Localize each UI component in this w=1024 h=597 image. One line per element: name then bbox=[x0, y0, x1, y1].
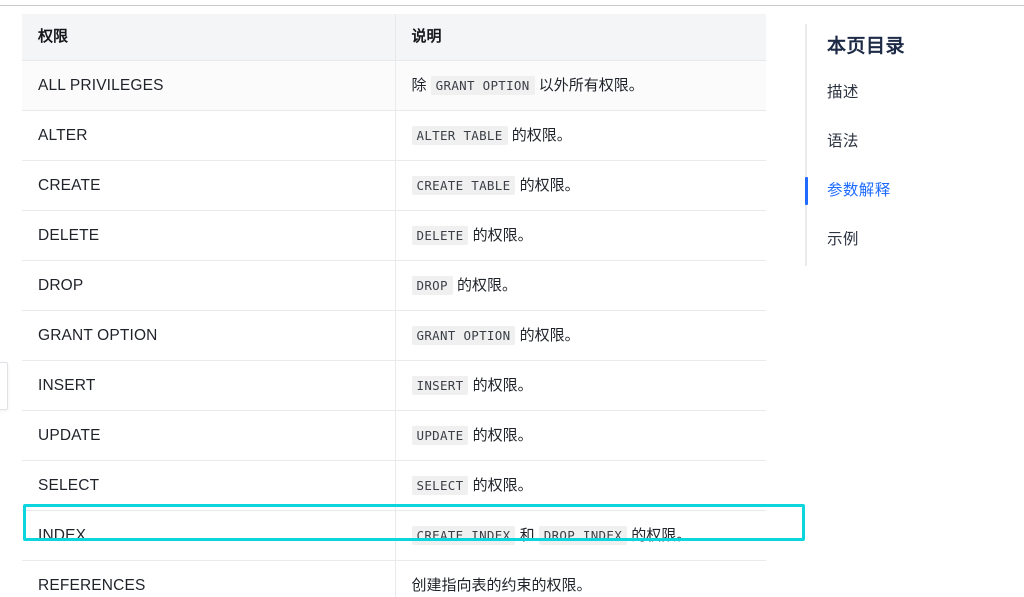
toc-item-4[interactable]: 示例 bbox=[827, 229, 1007, 251]
sql-keyword-chip: CREATE INDEX bbox=[411, 526, 516, 545]
cell-permission: DROP bbox=[22, 260, 396, 311]
permission-label: CREATE bbox=[38, 177, 101, 194]
toc-item-3[interactable]: 参数解释 bbox=[827, 180, 1007, 202]
permission-label: ALTER bbox=[38, 127, 88, 144]
cell-description: GRANT OPTION 的权限。 bbox=[395, 310, 766, 361]
description-fragment: 创建指向表的约束的权限。 bbox=[411, 577, 592, 594]
table-row: INSERT INSERT 的权限。 bbox=[22, 360, 766, 411]
permission-label: GRANT OPTION bbox=[38, 327, 158, 344]
description-fragment: 的权限。 bbox=[468, 477, 533, 494]
description-fragment: 的权限。 bbox=[515, 327, 580, 344]
table-header-row: 权限 说明 bbox=[22, 14, 766, 61]
sql-keyword-chip: DROP INDEX bbox=[538, 526, 628, 545]
cell-permission: DELETE bbox=[22, 210, 396, 261]
cell-permission: INDEX bbox=[22, 510, 396, 561]
cell-permission: ALL PRIVILEGES bbox=[22, 60, 396, 111]
permission-label: DROP bbox=[38, 277, 84, 294]
description-text: CREATE INDEX 和 DROP INDEX 的权限。 bbox=[411, 526, 692, 545]
permission-label: UPDATE bbox=[38, 427, 101, 444]
description-fragment: 的权限。 bbox=[515, 177, 580, 194]
permissions-table-wrapper: 权限 说明 ALL PRIVILEGES 除 GRANT OPTION 以外所有权… bbox=[22, 14, 766, 597]
cell-permission: ALTER bbox=[22, 110, 396, 161]
sql-keyword-chip: INSERT bbox=[411, 376, 469, 395]
description-text: GRANT OPTION 的权限。 bbox=[411, 326, 580, 345]
cell-description: 创建指向表的约束的权限。 bbox=[395, 560, 766, 597]
toc-item-1[interactable]: 描述 bbox=[827, 82, 1007, 104]
description-text: ALTER TABLE 的权限。 bbox=[411, 126, 572, 145]
description-text: UPDATE 的权限。 bbox=[411, 426, 533, 445]
description-text: DROP 的权限。 bbox=[411, 276, 517, 295]
left-floating-widget-stub[interactable] bbox=[0, 362, 8, 410]
table-row: ALTER ALTER TABLE 的权限。 bbox=[22, 110, 766, 161]
top-divider bbox=[0, 5, 1024, 6]
table-body: ALL PRIVILEGES 除 GRANT OPTION 以外所有权限。 ALTE… bbox=[22, 60, 766, 597]
permission-label: REFERENCES bbox=[38, 577, 146, 594]
table-row: INDEX CREATE INDEX 和 DROP INDEX 的权限。 bbox=[22, 510, 766, 561]
table-row: UPDATE UPDATE 的权限。 bbox=[22, 410, 766, 461]
description-fragment: 的权限。 bbox=[452, 277, 517, 294]
cell-description: CREATE INDEX 和 DROP INDEX 的权限。 bbox=[395, 510, 766, 561]
toc-item-2[interactable]: 语法 bbox=[827, 131, 1007, 153]
cell-description: CREATE TABLE 的权限。 bbox=[395, 160, 766, 211]
cell-description: INSERT 的权限。 bbox=[395, 360, 766, 411]
page-root: 权限 说明 ALL PRIVILEGES 除 GRANT OPTION 以外所有权… bbox=[0, 0, 1024, 597]
sql-keyword-chip: CREATE TABLE bbox=[411, 176, 516, 195]
description-text: SELECT 的权限。 bbox=[411, 476, 533, 495]
cell-permission: SELECT bbox=[22, 460, 396, 511]
table-row: SELECT SELECT 的权限。 bbox=[22, 460, 766, 511]
page-toc: 本页目录 描述语法参数解释示例 bbox=[805, 24, 1015, 266]
cell-permission: CREATE bbox=[22, 160, 396, 211]
table-head: 权限 说明 bbox=[22, 14, 766, 61]
description-fragment: 除 bbox=[411, 77, 431, 94]
description-fragment: 的权限。 bbox=[468, 227, 533, 244]
table-row: DELETE DELETE 的权限。 bbox=[22, 210, 766, 261]
toc-active-indicator bbox=[805, 177, 808, 205]
sql-keyword-chip: GRANT OPTION bbox=[411, 326, 516, 345]
description-text: INSERT 的权限。 bbox=[411, 376, 533, 395]
description-fragment: 的权限。 bbox=[627, 527, 692, 544]
cell-permission: UPDATE bbox=[22, 410, 396, 461]
description-text: CREATE TABLE 的权限。 bbox=[411, 176, 580, 195]
permission-label: DELETE bbox=[38, 227, 100, 244]
cell-description: DROP 的权限。 bbox=[395, 260, 766, 311]
table-row: ALL PRIVILEGES 除 GRANT OPTION 以外所有权限。 bbox=[22, 60, 766, 111]
cell-description: DELETE 的权限。 bbox=[395, 210, 766, 261]
table-row: DROP DROP 的权限。 bbox=[22, 260, 766, 311]
cell-description: ALTER TABLE 的权限。 bbox=[395, 110, 766, 161]
description-fragment: 以外所有权限。 bbox=[534, 77, 644, 94]
permission-label: ALL PRIVILEGES bbox=[38, 77, 164, 94]
toc-list: 描述语法参数解释示例 bbox=[827, 82, 1007, 278]
sql-keyword-chip: UPDATE bbox=[411, 426, 469, 445]
permission-label: INSERT bbox=[38, 377, 96, 394]
sql-keyword-chip: DROP bbox=[411, 276, 453, 295]
permission-label: INDEX bbox=[38, 527, 87, 544]
cell-permission: REFERENCES bbox=[22, 560, 396, 597]
toc-title: 本页目录 bbox=[827, 36, 906, 57]
permissions-table: 权限 说明 ALL PRIVILEGES 除 GRANT OPTION 以外所有权… bbox=[22, 14, 766, 597]
description-fragment: 和 bbox=[515, 527, 539, 544]
cell-description: UPDATE 的权限。 bbox=[395, 410, 766, 461]
cell-permission: INSERT bbox=[22, 360, 396, 411]
description-fragment: 的权限。 bbox=[468, 377, 533, 394]
description-fragment: 的权限。 bbox=[468, 427, 533, 444]
sql-keyword-chip: ALTER TABLE bbox=[411, 126, 508, 145]
sql-keyword-chip: DELETE bbox=[411, 226, 469, 245]
description-text: DELETE 的权限。 bbox=[411, 226, 533, 245]
sql-keyword-chip: SELECT bbox=[411, 476, 469, 495]
cell-description: 除 GRANT OPTION 以外所有权限。 bbox=[395, 60, 766, 111]
description-text: 创建指向表的约束的权限。 bbox=[412, 577, 592, 594]
table-row: CREATE CREATE TABLE 的权限。 bbox=[22, 160, 766, 211]
cell-permission: GRANT OPTION bbox=[22, 310, 396, 361]
permission-label: SELECT bbox=[38, 477, 100, 494]
description-text: 除 GRANT OPTION 以外所有权限。 bbox=[411, 76, 644, 95]
column-header-permission: 权限 bbox=[22, 14, 396, 61]
table-row: REFERENCES 创建指向表的约束的权限。 bbox=[22, 560, 766, 597]
cell-description: SELECT 的权限。 bbox=[395, 460, 766, 511]
sql-keyword-chip: GRANT OPTION bbox=[430, 76, 535, 95]
toc-rail bbox=[805, 24, 807, 266]
description-fragment: 的权限。 bbox=[507, 127, 572, 144]
column-header-description: 说明 bbox=[395, 14, 766, 61]
table-row: GRANT OPTION GRANT OPTION 的权限。 bbox=[22, 310, 766, 361]
